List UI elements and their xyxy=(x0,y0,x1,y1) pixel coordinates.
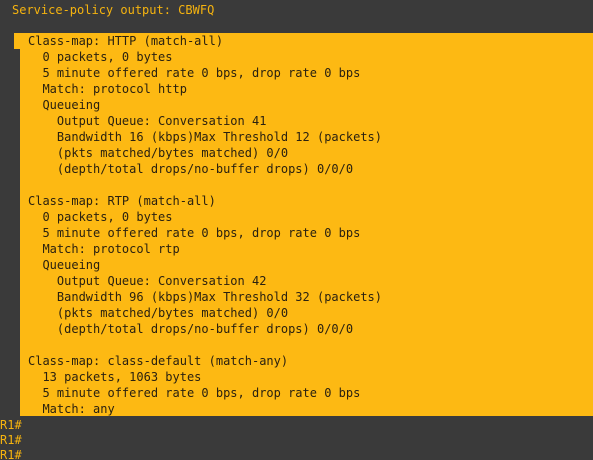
output-line: 0 packets, 0 bytes xyxy=(28,210,173,224)
terminal-window[interactable]: Service-policy output: CBWFQ Class-map: … xyxy=(0,0,593,460)
output-line: Output Queue: Conversation 42 xyxy=(28,274,267,288)
output-line: Match: protocol http xyxy=(28,82,187,96)
output-line: Class-map: HTTP (match-all) xyxy=(28,34,224,48)
output-line: 13 packets, 1063 bytes xyxy=(28,370,202,384)
output-line: 0 packets, 0 bytes xyxy=(28,50,173,64)
output-line: Class-map: class-default (match-any) xyxy=(28,354,289,368)
output-line: (pkts matched/bytes matched) 0/0 xyxy=(28,146,289,160)
output-line: Class-map: RTP (match-all) xyxy=(28,194,216,208)
output-line: (depth/total drops/no-buffer drops) 0/0/… xyxy=(28,162,354,176)
output-line: 5 minute offered rate 0 bps, drop rate 0… xyxy=(28,66,361,80)
cli-prompt[interactable]: R1# xyxy=(0,418,22,433)
output-line: (pkts matched/bytes matched) 0/0 xyxy=(28,306,289,320)
selection-gutter xyxy=(0,33,20,416)
output-line: Queueing xyxy=(28,258,101,272)
service-policy-header: Service-policy output: CBWFQ xyxy=(12,3,215,17)
cli-prompt[interactable]: R1# xyxy=(0,448,22,460)
output-line: Match: protocol rtp xyxy=(28,242,180,256)
output-line: Bandwidth 96 (kbps)Max Threshold 32 (pac… xyxy=(28,290,383,304)
selected-output-block[interactable]: Class-map: HTTP (match-all) 0 packets, 0… xyxy=(20,33,593,416)
output-line: 5 minute offered rate 0 bps, drop rate 0… xyxy=(28,386,361,400)
output-line: Bandwidth 16 (kbps)Max Threshold 12 (pac… xyxy=(28,130,383,144)
cli-prompt[interactable]: R1# xyxy=(0,433,22,448)
output-line: Match: any xyxy=(28,402,115,416)
output-line: Queueing xyxy=(28,98,101,112)
output-line: Output Queue: Conversation 41 xyxy=(28,114,267,128)
output-line: 5 minute offered rate 0 bps, drop rate 0… xyxy=(28,226,361,240)
output-line: (depth/total drops/no-buffer drops) 0/0/… xyxy=(28,322,354,336)
